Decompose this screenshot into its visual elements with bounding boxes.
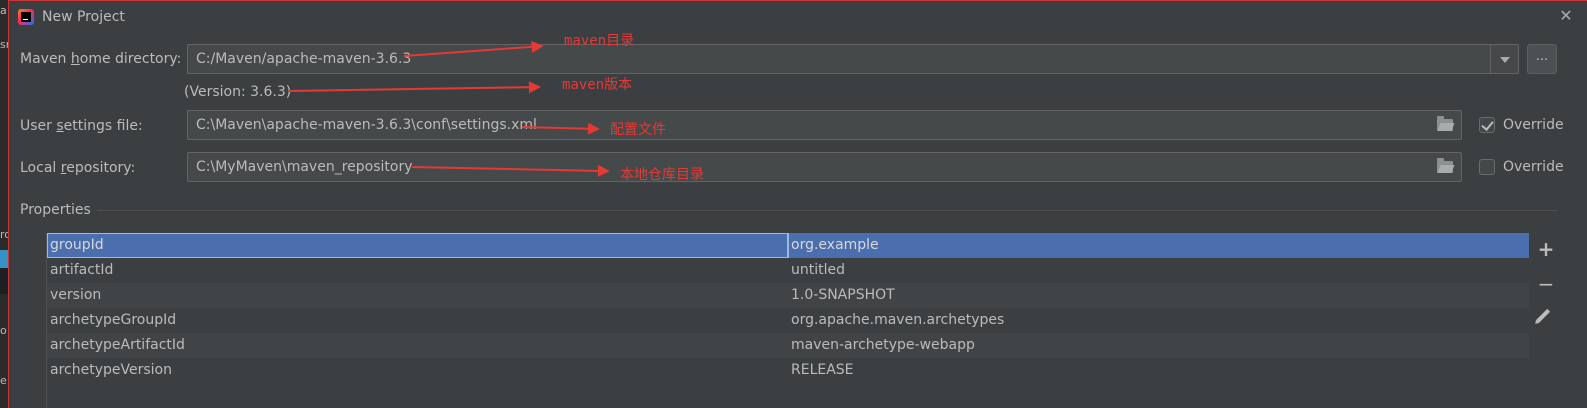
property-value: 1.0-SNAPSHOT [791,287,895,303]
maven-home-label: Maven home directory: [20,51,181,67]
label-text: Maven [20,51,71,67]
table-row[interactable]: groupId org.example [47,233,1529,258]
property-key: version [50,287,102,303]
label-text: epository: [66,160,136,176]
label-mnemonic: s [56,118,64,134]
table-row[interactable]: archetypeArtifactId maven-archetype-weba… [47,333,1529,358]
property-value: org.example [791,237,879,253]
pencil-icon[interactable] [1535,306,1556,326]
dialog-title: New Project [42,9,125,25]
chevron-down-icon[interactable] [1490,45,1518,73]
properties-table: groupId org.example artifactId untitled … [46,233,1529,408]
folder-icon[interactable] [1437,158,1453,173]
annotation-local-repo: 本地仓库目录 [620,167,704,183]
label-mnemonic: h [70,51,80,67]
user-settings-label: User settings file: [20,118,143,134]
new-project-dialog: New Project ✕ Maven home directory: C:/M… [8,0,1587,408]
property-key: artifactId [50,262,114,278]
local-repository-label: Local repository: [20,160,135,176]
label-text: ome directory: [79,51,182,67]
user-settings-value: C:\Maven\apache-maven-3.6.3\conf\setting… [196,117,537,133]
title-bar: New Project ✕ [9,1,1587,33]
annotation-config-file: 配置文件 [610,122,666,138]
override-label[interactable]: Override [1503,117,1564,133]
property-value: org.apache.maven.archetypes [791,312,1005,328]
property-key: archetypeGroupId [50,312,177,328]
property-value: RELEASE [791,362,854,378]
column-divider [788,233,789,258]
label-text: User [20,118,57,134]
section-divider [97,210,1557,211]
user-settings-field[interactable]: C:\Maven\apache-maven-3.6.3\conf\setting… [187,110,1462,140]
background-window-edge: a sr ro o e [0,0,8,408]
local-repository-value: C:\MyMaven\maven_repository [196,159,413,175]
cell-focus [47,233,788,258]
label-text: Local [20,160,61,176]
plus-icon[interactable]: + [1536,239,1556,259]
label-text: ettings file: [63,118,143,134]
background-text: e [0,374,7,387]
property-key: archetypeArtifactId [50,337,185,353]
table-row[interactable]: artifactId untitled [47,258,1529,283]
maven-home-value: C:/Maven/apache-maven-3.6.3 [196,51,412,67]
background-text: a [0,4,7,17]
local-repository-override-checkbox[interactable] [1479,159,1495,175]
property-key: groupId [50,237,104,253]
intellij-app-icon [18,9,34,25]
browse-button[interactable]: ... [1527,44,1557,74]
user-settings-override-checkbox[interactable] [1479,117,1495,133]
properties-title: Properties [20,202,91,218]
background-text: o [0,324,7,337]
property-key: archetypeVersion [50,362,172,378]
annotation-maven-dir: maven目录 [564,33,635,49]
background-icon [0,250,8,268]
local-repository-field[interactable]: C:\MyMaven\maven_repository [187,152,1462,182]
background-text: ro [0,228,8,241]
maven-home-combobox[interactable]: C:/Maven/apache-maven-3.6.3 [187,44,1519,74]
close-icon[interactable]: ✕ [1558,7,1574,25]
override-label[interactable]: Override [1503,159,1564,175]
folder-icon[interactable] [1437,116,1453,131]
table-row[interactable]: version 1.0-SNAPSHOT [47,283,1529,308]
background-panel [0,268,8,294]
background-text: sr [0,38,8,51]
minus-icon[interactable]: − [1536,274,1556,294]
property-value: untitled [791,262,846,278]
maven-version-text: (Version: 3.6.3) [184,84,292,100]
property-value: maven-archetype-webapp [791,337,975,353]
annotation-maven-version: maven版本 [562,77,633,93]
table-row[interactable]: archetypeGroupId org.apache.maven.archet… [47,308,1529,333]
table-row[interactable]: archetypeVersion RELEASE [47,358,1529,383]
